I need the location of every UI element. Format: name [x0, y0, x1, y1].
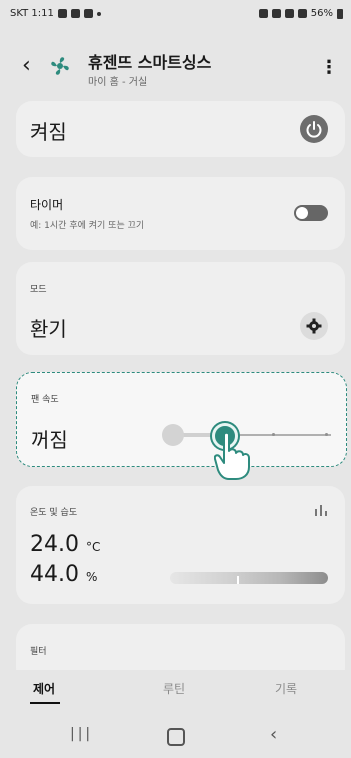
dot-icon	[96, 11, 101, 16]
slider-tick	[325, 433, 328, 436]
tab-history[interactable]: 기록	[275, 680, 297, 697]
chart-icon[interactable]	[314, 502, 328, 521]
gallery-icon	[57, 9, 67, 18]
humidity-bar	[170, 572, 328, 584]
fan-speed-card[interactable]: 팬 속도 꺼짐	[16, 372, 347, 480]
timer-card[interactable]: 타이머 예: 1시간 후에 켜기 또는 끄기	[16, 177, 345, 250]
temperature-value: 24.0 °C	[30, 532, 100, 557]
mode-card[interactable]: 모드 환기	[16, 262, 345, 355]
gear-icon	[306, 318, 322, 334]
chat-icon	[83, 9, 93, 18]
humidity-unit: %	[85, 570, 98, 584]
lte-icon	[284, 9, 294, 18]
toggle-knob	[296, 207, 308, 219]
app-icon	[70, 9, 80, 18]
system-nav-bar: ||| ‹	[0, 714, 351, 758]
tap-hand-icon	[213, 429, 274, 487]
power-button[interactable]	[300, 115, 328, 143]
page-subtitle: 마이 홈 - 거실	[88, 77, 148, 88]
fan-speed-label: 팬 속도	[31, 395, 59, 405]
page-title: 휴젠뜨 스마트싱스	[88, 53, 212, 72]
recent-apps-icon[interactable]: |||	[70, 726, 93, 742]
alarm-icon	[258, 9, 268, 18]
signal-icon	[297, 9, 307, 18]
battery-percent: 56%	[310, 8, 333, 19]
mode-label: 모드	[30, 285, 47, 295]
mode-value: 환기	[30, 317, 67, 341]
bottom-tabs: 제어 루틴 기록	[0, 670, 351, 710]
slider-start-knob	[162, 424, 184, 446]
env-label: 온도 및 습도	[30, 508, 78, 518]
temperature-unit: °C	[85, 540, 101, 554]
back-nav-icon[interactable]: ‹	[270, 724, 277, 745]
power-icon	[306, 121, 322, 138]
more-icon[interactable]: ⋮	[320, 56, 338, 80]
fan-device-icon	[48, 54, 72, 78]
home-icon[interactable]	[167, 728, 185, 746]
fan-speed-value: 꺼짐	[31, 428, 68, 452]
tab-routine[interactable]: 루틴	[163, 680, 185, 697]
tab-control[interactable]: 제어	[33, 680, 55, 697]
power-card[interactable]: 켜짐	[16, 101, 345, 157]
temperature-number: 24.0	[30, 532, 79, 557]
tab-underline	[30, 702, 60, 704]
filter-label: 필터	[30, 647, 47, 657]
humidity-marker	[237, 576, 239, 584]
back-button[interactable]: ‹	[22, 55, 38, 77]
humidity-value: 44.0 %	[30, 562, 97, 587]
battery-icon	[337, 8, 343, 19]
timer-title: 타이머	[30, 198, 64, 212]
timer-toggle[interactable]	[294, 205, 328, 221]
mode-settings-button[interactable]	[300, 312, 328, 340]
status-right: 56%	[258, 8, 343, 19]
power-state: 켜짐	[30, 120, 67, 144]
timer-hint: 예: 1시간 후에 켜기 또는 끄기	[30, 221, 145, 231]
status-left: SKT 1:11	[10, 8, 101, 19]
status-bar: SKT 1:11 56%	[0, 0, 351, 28]
carrier-time: SKT 1:11	[10, 8, 54, 19]
temp-humidity-card[interactable]: 온도 및 습도 24.0 °C 44.0 %	[16, 486, 345, 604]
mute-icon	[271, 9, 281, 18]
humidity-number: 44.0	[30, 562, 79, 587]
